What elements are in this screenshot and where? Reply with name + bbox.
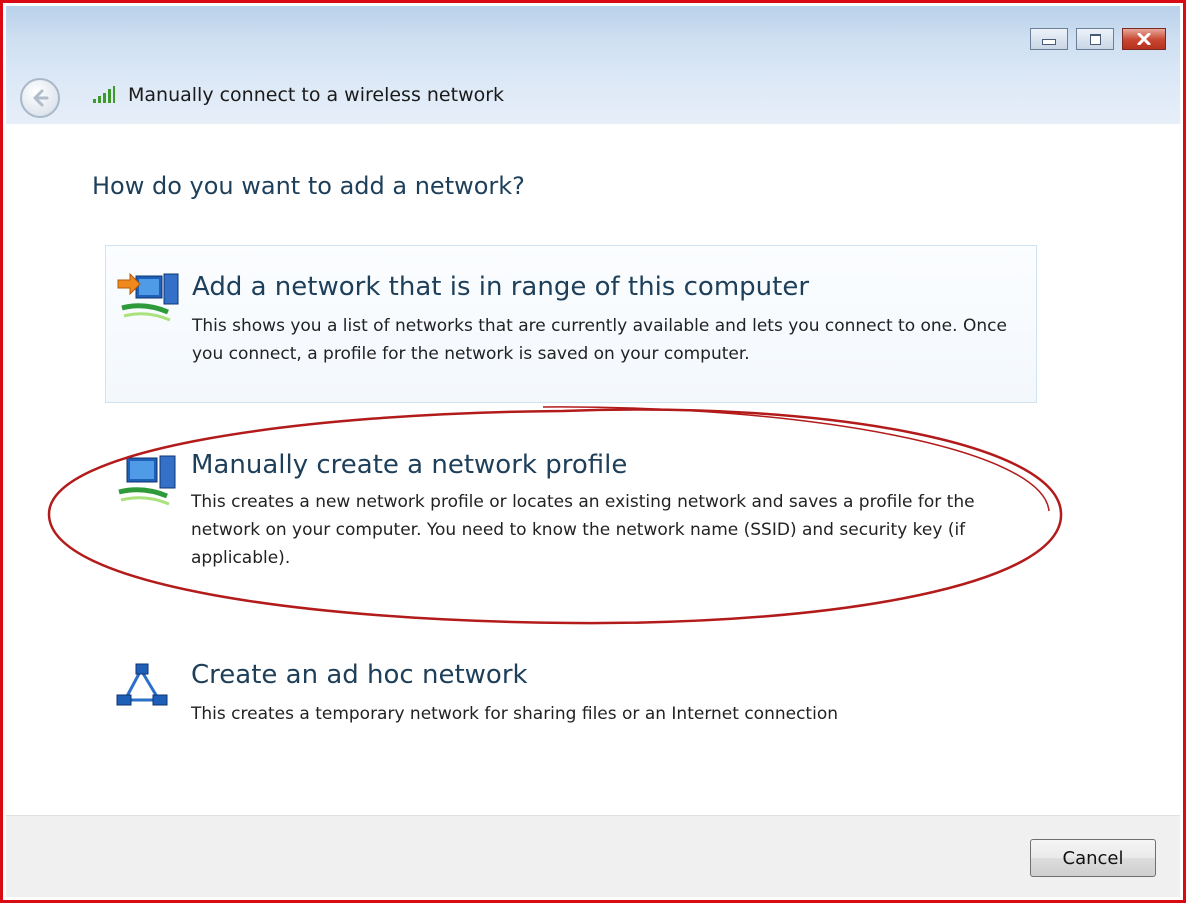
back-arrow-icon bbox=[33, 89, 49, 107]
title-bar: Manually connect to a wireless network bbox=[6, 6, 1180, 124]
close-icon bbox=[1137, 33, 1151, 45]
option-manual-network-profile[interactable]: Manually create a network profile This c… bbox=[105, 438, 1037, 588]
back-button[interactable] bbox=[20, 78, 60, 118]
option-title: Manually create a network profile bbox=[191, 450, 628, 480]
close-button[interactable] bbox=[1122, 28, 1166, 50]
option-description: This creates a new network profile or lo… bbox=[191, 492, 975, 568]
footer-bar: Cancel bbox=[6, 815, 1180, 897]
maximize-button[interactable] bbox=[1076, 28, 1114, 50]
network-in-range-icon bbox=[117, 272, 179, 322]
minimize-button[interactable] bbox=[1030, 28, 1068, 50]
wizard-window: Manually connect to a wireless network H… bbox=[0, 0, 1186, 903]
network-profile-icon bbox=[118, 455, 176, 506]
option-description: This shows you a list of networks that a… bbox=[192, 316, 1007, 364]
page-heading: How do you want to add a network? bbox=[92, 172, 525, 200]
option-title: Create an ad hoc network bbox=[191, 660, 528, 690]
ad-hoc-network-icon bbox=[116, 663, 168, 706]
option-title: Add a network that is in range of this c… bbox=[192, 272, 810, 302]
maximize-icon bbox=[1089, 33, 1101, 45]
cancel-button[interactable]: Cancel bbox=[1030, 839, 1156, 877]
window-title: Manually connect to a wireless network bbox=[128, 84, 505, 106]
option-ad-hoc-network[interactable]: Create an ad hoc network This creates a … bbox=[105, 644, 1037, 734]
window-controls bbox=[1030, 28, 1166, 50]
wizard-content: How do you want to add a network? Add a … bbox=[6, 124, 1180, 816]
minimize-icon bbox=[1042, 39, 1056, 45]
wireless-signal-icon bbox=[93, 86, 115, 103]
option-add-network-in-range[interactable]: Add a network that is in range of this c… bbox=[105, 245, 1037, 403]
option-description: This creates a temporary network for sha… bbox=[191, 704, 838, 724]
